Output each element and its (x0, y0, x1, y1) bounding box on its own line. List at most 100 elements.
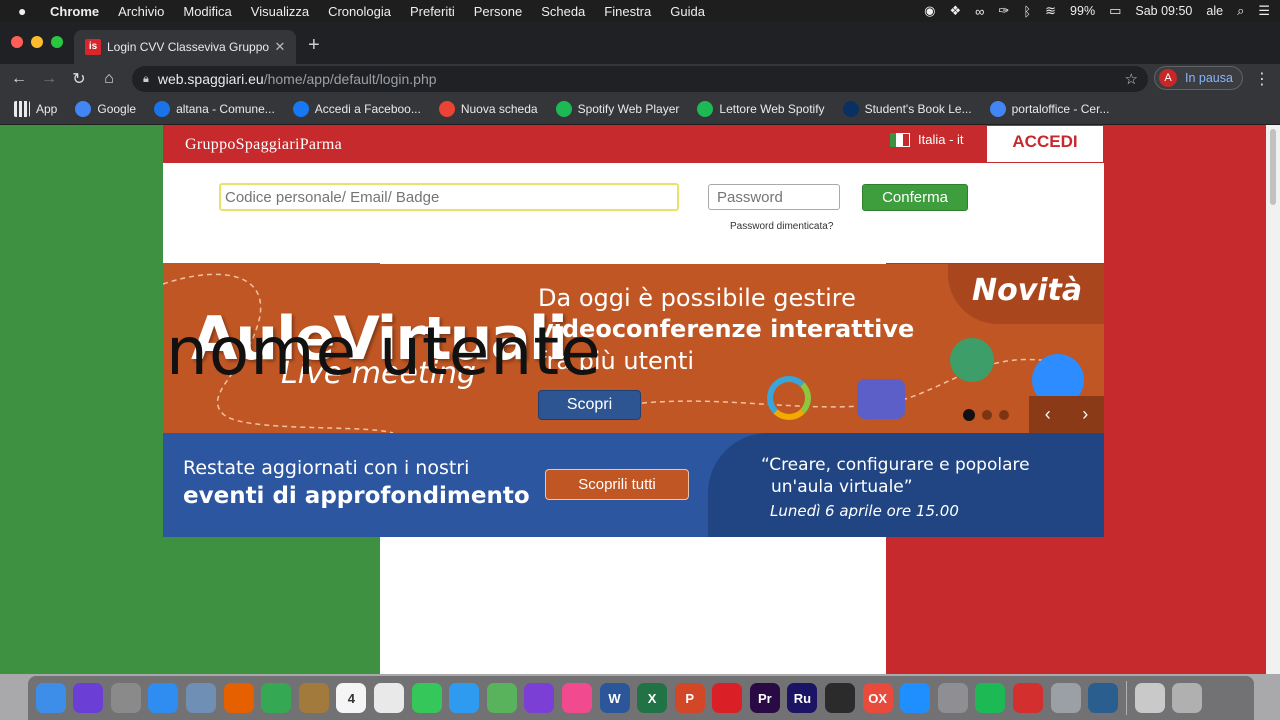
firefox-icon[interactable] (223, 683, 254, 713)
preview-icon[interactable] (185, 683, 216, 713)
app-store-icon[interactable] (900, 683, 931, 713)
excel-icon[interactable]: X (637, 683, 668, 713)
word-icon[interactable]: W (599, 683, 630, 713)
bookmark-star-icon[interactable]: ☆ (1125, 70, 1138, 88)
facetime-icon[interactable] (411, 683, 442, 713)
creative-cloud-icon[interactable] (712, 683, 743, 713)
dropbox-icon[interactable]: ❖ (949, 3, 961, 19)
menu-modifica[interactable]: Modifica (183, 4, 231, 19)
bookmark-item[interactable]: Accedi a Faceboo... (292, 101, 421, 117)
itunes-icon[interactable] (561, 683, 592, 713)
carousel-dot-2[interactable] (982, 410, 992, 420)
menu-preferiti[interactable]: Preferiti (410, 4, 455, 19)
spotlight-search-icon[interactable]: ⌕ (1237, 3, 1244, 19)
apple-menu-icon[interactable]: ● (18, 3, 36, 19)
reminders-icon[interactable] (373, 683, 404, 713)
reload-icon[interactable]: ↻ (64, 69, 94, 89)
trash-icon[interactable] (1172, 683, 1203, 713)
bookmark-label: portaloffice - Cer... (1011, 102, 1110, 116)
back-arrow-icon[interactable]: ← (4, 70, 34, 88)
bookmark-label: Spotify Web Player (577, 102, 680, 116)
record-icon[interactable]: ◉ (924, 3, 935, 19)
confirm-button[interactable]: Conferma (862, 184, 968, 211)
language-selector[interactable]: Italia - it (890, 132, 964, 147)
scopri-button[interactable]: Scopri (538, 390, 641, 420)
system-preferences-icon[interactable] (937, 683, 968, 713)
carousel-dots (963, 409, 1009, 421)
antivirus-icon[interactable] (1013, 683, 1044, 713)
password-input[interactable] (708, 184, 840, 210)
bookmark-item[interactable]: Google (75, 101, 136, 117)
page-scrollbar[interactable] (1266, 125, 1280, 674)
profile-button[interactable]: A In pausa (1154, 66, 1243, 90)
calendar-icon[interactable]: 4 (336, 683, 367, 713)
carousel-prev-icon[interactable]: ‹ (1045, 404, 1051, 425)
bluetooth-icon[interactable]: ᛒ (1023, 4, 1031, 19)
downloads-stack-icon[interactable] (1134, 683, 1165, 713)
tab-login-cvv[interactable]: is Login CVV Classeviva Gruppo S ✕ (74, 30, 296, 64)
maps-icon[interactable] (486, 683, 517, 713)
menu-persone[interactable]: Persone (474, 4, 522, 19)
menu-visualizza[interactable]: Visualizza (251, 4, 309, 19)
bookmark-item[interactable]: Nuova scheda (438, 101, 538, 117)
launchpad-icon[interactable] (110, 683, 141, 713)
tab-accedi[interactable]: ACCEDI (986, 125, 1104, 163)
brand-logo[interactable]: GruppoSpaggiariParma (185, 136, 342, 154)
minimize-window-icon[interactable] (31, 36, 43, 48)
powerpoint-icon[interactable]: P (674, 683, 705, 713)
imovie-icon[interactable] (524, 683, 555, 713)
menu-clock[interactable]: Sab 09:50 (1135, 4, 1192, 18)
messages-icon[interactable] (449, 683, 480, 713)
banner-line-1: Da oggi è possibile gestire (538, 284, 856, 312)
battery-icon[interactable]: ▭ (1109, 3, 1121, 19)
menu-chrome[interactable]: Chrome (50, 4, 99, 19)
chrome-icon[interactable] (261, 683, 292, 713)
creative-cloud-menu-icon[interactable]: ∞ (975, 4, 984, 19)
rush-icon[interactable]: Ru (787, 683, 818, 713)
quicktime-icon[interactable] (1088, 683, 1119, 713)
oxford-icon[interactable]: OX (862, 683, 893, 713)
address-bar[interactable]: 🔒︎ web.spaggiari.eu/home/app/default/log… (132, 66, 1148, 92)
scrollbar-thumb[interactable] (1270, 129, 1276, 205)
bookmark-item[interactable]: App (14, 101, 57, 117)
window-controls (11, 36, 63, 48)
notification-center-icon[interactable]: ☰ (1258, 3, 1270, 19)
menu-cronologia[interactable]: Cronologia (328, 4, 391, 19)
bookmark-item[interactable]: Lettore Web Spotify (697, 101, 825, 117)
bookmark-item[interactable]: altana - Comune... (154, 101, 275, 117)
close-tab-icon[interactable]: ✕ (270, 39, 290, 55)
keychain-icon[interactable] (1050, 683, 1081, 713)
scoprili-tutti-button[interactable]: Scoprili tutti (545, 469, 689, 500)
forgot-password-link[interactable]: Password dimenticata? (730, 221, 833, 232)
chrome-menu-icon[interactable]: ⋮ (1254, 69, 1270, 89)
home-icon[interactable]: ⌂ (94, 70, 124, 88)
carousel-next-icon[interactable]: › (1082, 404, 1088, 425)
zoom-window-icon[interactable] (51, 36, 63, 48)
siri-icon[interactable] (73, 683, 104, 713)
bookmark-item[interactable]: Spotify Web Player (555, 101, 680, 117)
forward-arrow-icon[interactable]: → (34, 70, 64, 88)
menu-archivio[interactable]: Archivio (118, 4, 164, 19)
notes-app-icon[interactable] (298, 683, 329, 713)
lock-icon[interactable]: 🔒︎ (143, 73, 149, 86)
acrobat-icon[interactable] (825, 683, 856, 713)
dock: 4 W X P Pr Ru OX (28, 676, 1254, 720)
premiere-icon[interactable]: Pr (749, 683, 780, 713)
eventi-banner[interactable]: Restate aggiornati con i nostri eventi d… (163, 433, 1104, 537)
new-tab-icon[interactable]: + (308, 34, 320, 57)
menu-finestra[interactable]: Finestra (604, 4, 651, 19)
username-input[interactable] (219, 183, 679, 211)
carousel-dot-1[interactable] (963, 409, 975, 421)
wifi-icon[interactable]: ≋ (1045, 3, 1056, 19)
spotify-icon[interactable] (975, 683, 1006, 713)
carousel-dot-3[interactable] (999, 410, 1009, 420)
menu-user[interactable]: ale (1206, 4, 1223, 18)
safari-icon[interactable] (148, 683, 179, 713)
menu-scheda[interactable]: Scheda (541, 4, 585, 19)
bookmark-item[interactable]: Student's Book Le... (842, 101, 972, 117)
finder-icon[interactable] (35, 683, 66, 713)
feather-icon[interactable]: ✑ (998, 3, 1009, 19)
menu-guida[interactable]: Guida (670, 4, 705, 19)
close-window-icon[interactable] (11, 36, 23, 48)
bookmark-item[interactable]: portaloffice - Cer... (989, 101, 1110, 117)
